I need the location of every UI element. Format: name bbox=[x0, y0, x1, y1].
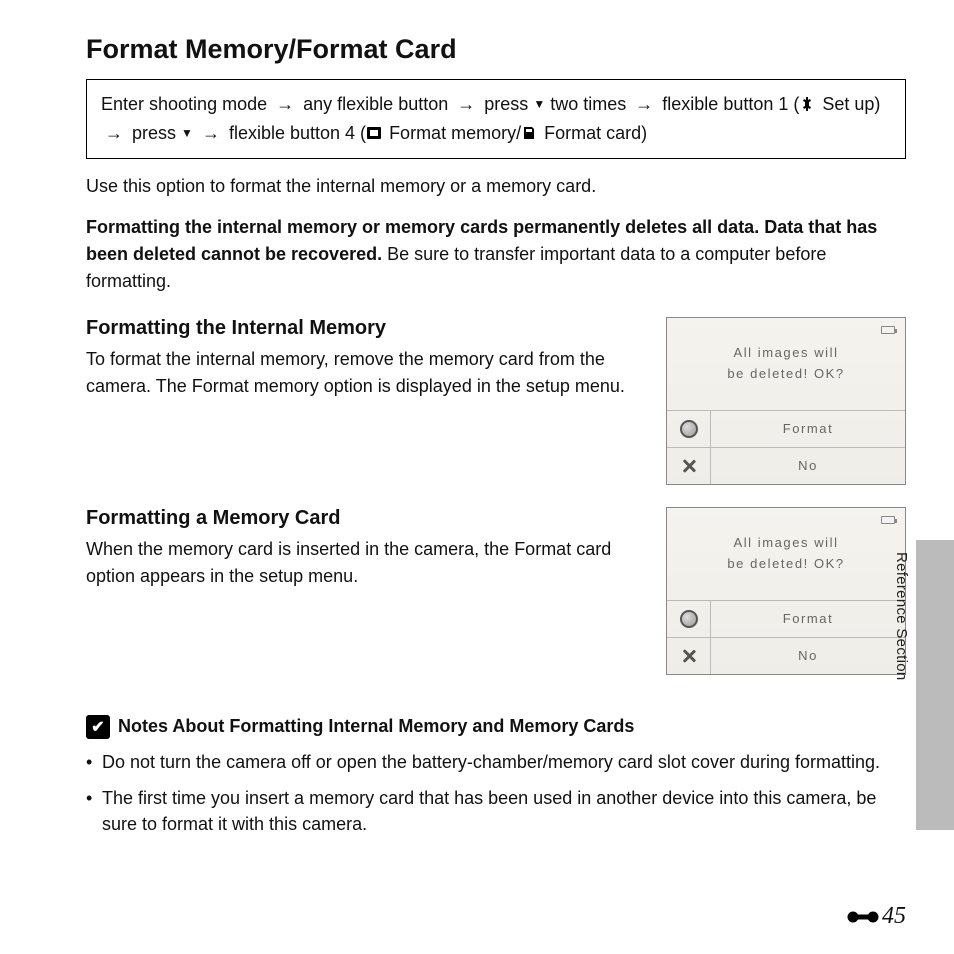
screen-option-format: Format bbox=[667, 410, 905, 447]
nav-seg: press bbox=[484, 94, 528, 114]
screen-message-line: be deleted! OK? bbox=[727, 364, 844, 385]
page-number: 45 bbox=[846, 903, 906, 930]
section-heading: Formatting the Internal Memory bbox=[86, 317, 648, 340]
reference-link-icon bbox=[846, 908, 880, 926]
note-item: Do not turn the camera off or open the b… bbox=[86, 749, 906, 775]
triangle-down-icon: ▼ bbox=[181, 124, 193, 143]
arrow-right-icon: → bbox=[457, 94, 475, 114]
arrow-right-icon: → bbox=[635, 94, 653, 114]
section-internal-memory: Formatting the Internal Memory To format… bbox=[86, 317, 906, 485]
section-memory-card: Formatting a Memory Card When the memory… bbox=[86, 507, 906, 675]
arrow-right-icon: → bbox=[276, 94, 294, 114]
setup-icon bbox=[799, 96, 815, 112]
section-body: To format the internal memory, remove th… bbox=[86, 346, 648, 400]
cancel-x-icon bbox=[680, 457, 698, 475]
notes-block: ✔ Notes About Formatting Internal Memory… bbox=[86, 715, 906, 837]
memory-icon bbox=[366, 125, 382, 141]
screen-option-no: No bbox=[667, 447, 905, 484]
screen-option-format: Format bbox=[667, 600, 905, 637]
screen-message-line: All images will bbox=[733, 343, 838, 364]
nav-seg: press bbox=[132, 123, 176, 143]
nav-seg: two times bbox=[550, 94, 626, 114]
section-side-label: Reference Section bbox=[893, 552, 910, 681]
checkmark-box-icon: ✔ bbox=[86, 715, 110, 739]
screen-message-line: All images will bbox=[733, 533, 838, 554]
nav-seg: Format memory/ bbox=[384, 123, 521, 143]
notes-heading: Notes About Formatting Internal Memory a… bbox=[118, 716, 634, 737]
nav-seg: Enter shooting mode bbox=[101, 94, 267, 114]
screen-message-line: be deleted! OK? bbox=[727, 554, 844, 575]
card-icon bbox=[521, 125, 537, 141]
intro-text: Use this option to format the internal m… bbox=[86, 173, 906, 200]
note-item: The first time you insert a memory card … bbox=[86, 785, 906, 837]
page-title: Format Memory/Format Card bbox=[86, 34, 906, 65]
battery-icon bbox=[881, 516, 895, 524]
camera-screen-illustration: All images will be deleted! OK? Format N… bbox=[666, 507, 906, 675]
nav-seg: any flexible button bbox=[303, 94, 448, 114]
screen-option-no: No bbox=[667, 637, 905, 674]
warning-text: Formatting the internal memory or memory… bbox=[86, 214, 906, 295]
nav-seg: Set up) bbox=[817, 94, 880, 114]
nav-seg: Format card) bbox=[539, 123, 647, 143]
navigation-path-box: Enter shooting mode → any flexible butto… bbox=[86, 79, 906, 159]
battery-icon bbox=[881, 326, 895, 334]
arrow-right-icon: → bbox=[202, 123, 220, 143]
section-heading: Formatting a Memory Card bbox=[86, 507, 648, 530]
triangle-down-icon: ▼ bbox=[533, 95, 545, 114]
section-body: When the memory card is inserted in the … bbox=[86, 536, 648, 590]
cancel-x-icon bbox=[680, 647, 698, 665]
ok-circle-icon bbox=[680, 610, 698, 628]
nav-seg: flexible button 1 ( bbox=[662, 94, 799, 114]
ok-circle-icon bbox=[680, 420, 698, 438]
camera-screen-illustration: All images will be deleted! OK? Format N… bbox=[666, 317, 906, 485]
arrow-right-icon: → bbox=[105, 123, 123, 143]
section-thumb-tab bbox=[916, 540, 954, 830]
nav-seg: flexible button 4 ( bbox=[229, 123, 366, 143]
